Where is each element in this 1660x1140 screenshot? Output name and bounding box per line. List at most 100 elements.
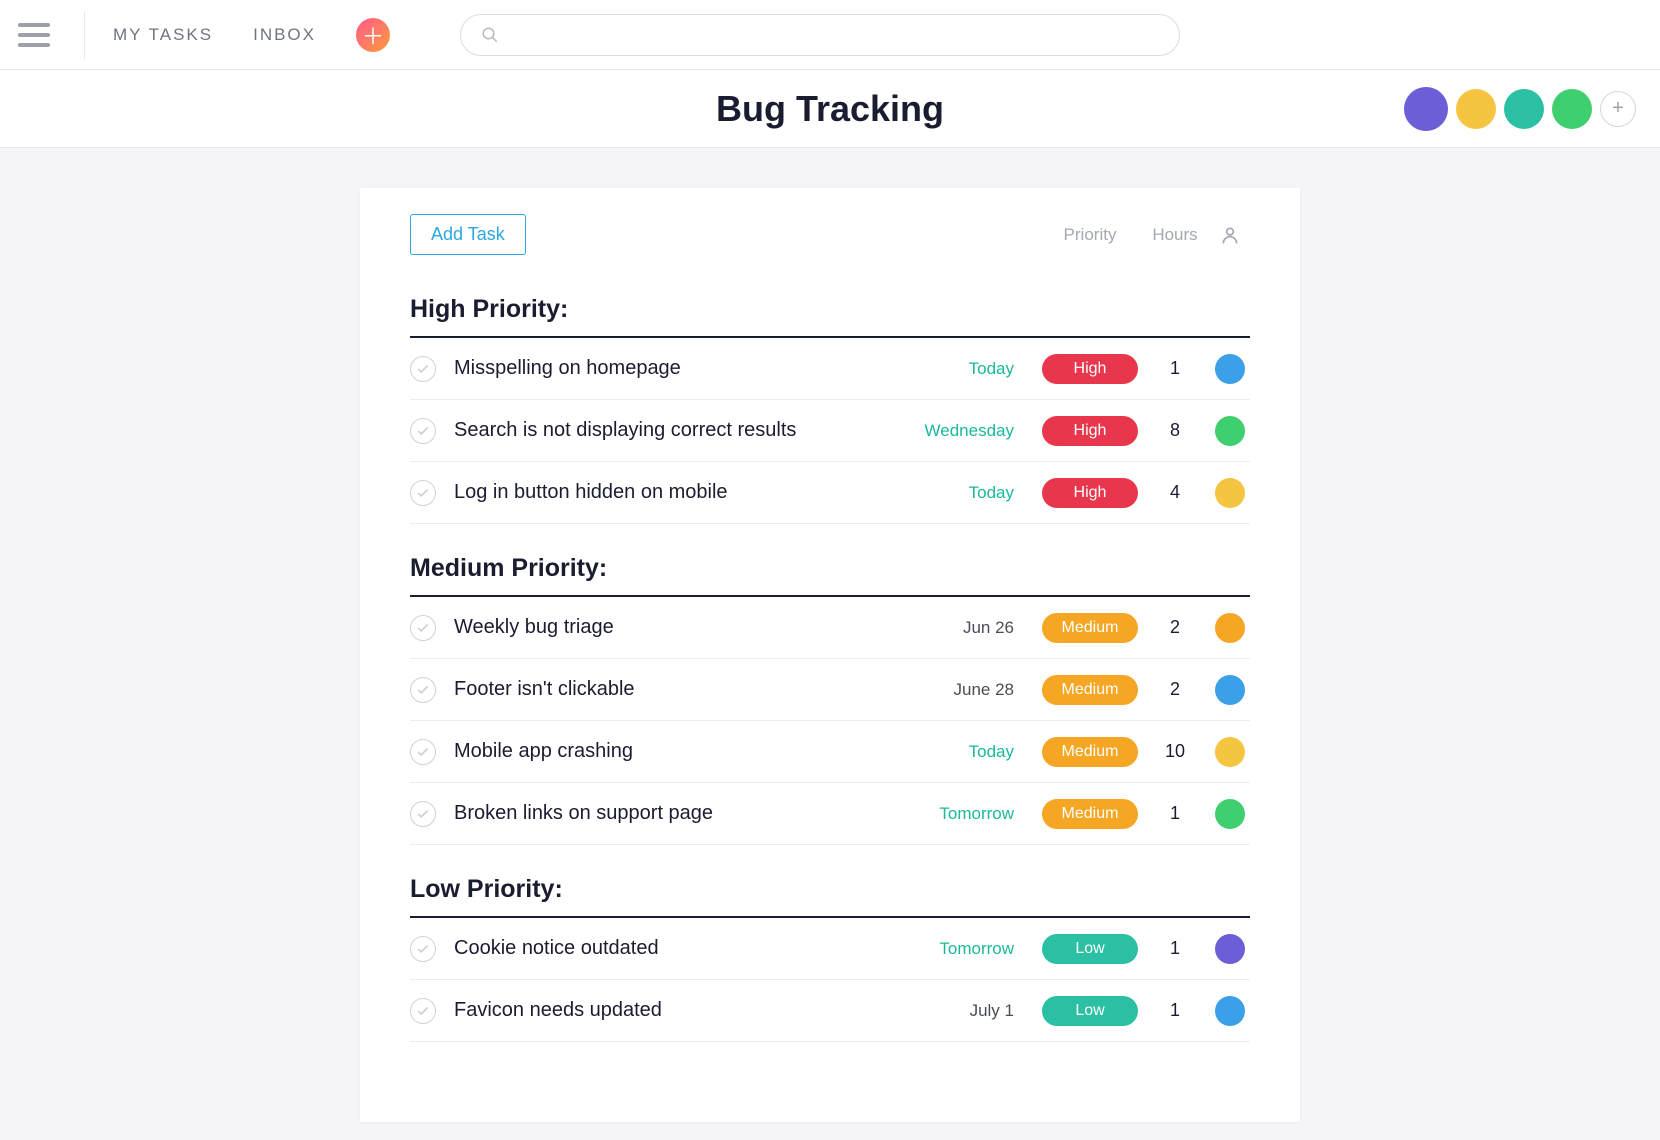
task-name[interactable]: Cookie notice outdated bbox=[454, 937, 914, 960]
task-name[interactable]: Broken links on support page bbox=[454, 802, 914, 825]
column-header-assignee bbox=[1210, 224, 1250, 246]
priority-badge: High bbox=[1042, 416, 1138, 446]
task-name[interactable]: Mobile app crashing bbox=[454, 740, 914, 763]
team-avatars: + bbox=[1404, 87, 1636, 131]
task-due-date: Tomorrow bbox=[914, 804, 1040, 824]
team-avatar[interactable] bbox=[1504, 89, 1544, 129]
task-name[interactable]: Search is not displaying correct results bbox=[454, 419, 914, 442]
complete-checkbox[interactable] bbox=[410, 356, 436, 382]
check-icon bbox=[416, 807, 430, 821]
assignee-avatar[interactable] bbox=[1215, 416, 1245, 446]
task-group: Medium Priority:Weekly bug triageJun 26M… bbox=[410, 554, 1250, 845]
group-title: High Priority: bbox=[410, 295, 1250, 338]
check-icon bbox=[416, 486, 430, 500]
task-hours: 8 bbox=[1140, 420, 1210, 441]
project-header: Bug Tracking + bbox=[0, 70, 1660, 148]
task-due-date: Today bbox=[914, 483, 1040, 503]
plus-icon: ＋ bbox=[362, 19, 384, 51]
task-hours: 1 bbox=[1140, 803, 1210, 824]
complete-checkbox[interactable] bbox=[410, 615, 436, 641]
card-toolbar: Add Task Priority Hours bbox=[410, 214, 1250, 255]
task-row[interactable]: Mobile app crashingTodayMedium10 bbox=[410, 721, 1250, 783]
priority-badge: Medium bbox=[1042, 675, 1138, 705]
task-name[interactable]: Log in button hidden on mobile bbox=[454, 481, 914, 504]
divider bbox=[84, 11, 85, 59]
task-group: Low Priority:Cookie notice outdatedTomor… bbox=[410, 875, 1250, 1042]
task-assignee-cell bbox=[1210, 478, 1250, 508]
task-row[interactable]: Footer isn't clickableJune 28Medium2 bbox=[410, 659, 1250, 721]
search-box[interactable] bbox=[460, 14, 1180, 56]
task-assignee-cell bbox=[1210, 934, 1250, 964]
priority-badge: Low bbox=[1042, 934, 1138, 964]
task-due-date: Tomorrow bbox=[914, 939, 1040, 959]
task-priority-cell: High bbox=[1040, 478, 1140, 508]
add-member-button[interactable]: + bbox=[1600, 91, 1636, 127]
assignee-avatar[interactable] bbox=[1215, 799, 1245, 829]
priority-badge: High bbox=[1042, 478, 1138, 508]
task-hours: 4 bbox=[1140, 482, 1210, 503]
check-icon bbox=[416, 424, 430, 438]
task-hours: 10 bbox=[1140, 741, 1210, 762]
task-row[interactable]: Cookie notice outdatedTomorrowLow1 bbox=[410, 918, 1250, 980]
task-name[interactable]: Favicon needs updated bbox=[454, 999, 914, 1022]
task-name[interactable]: Misspelling on homepage bbox=[454, 357, 914, 380]
nav-my-tasks[interactable]: MY TASKS bbox=[113, 25, 213, 45]
task-assignee-cell bbox=[1210, 996, 1250, 1026]
assignee-avatar[interactable] bbox=[1215, 737, 1245, 767]
assignee-avatar[interactable] bbox=[1215, 996, 1245, 1026]
task-name[interactable]: Footer isn't clickable bbox=[454, 678, 914, 701]
hamburger-menu-icon[interactable] bbox=[18, 16, 56, 54]
quick-add-button[interactable]: ＋ bbox=[356, 18, 390, 52]
complete-checkbox[interactable] bbox=[410, 480, 436, 506]
task-priority-cell: Medium bbox=[1040, 799, 1140, 829]
task-priority-cell: High bbox=[1040, 416, 1140, 446]
check-icon bbox=[416, 362, 430, 376]
task-due-date: Today bbox=[914, 359, 1040, 379]
priority-badge: Low bbox=[1042, 996, 1138, 1026]
task-hours: 1 bbox=[1140, 1000, 1210, 1021]
assignee-avatar[interactable] bbox=[1215, 478, 1245, 508]
task-due-date: Today bbox=[914, 742, 1040, 762]
complete-checkbox[interactable] bbox=[410, 998, 436, 1024]
check-icon bbox=[416, 1004, 430, 1018]
nav-inbox[interactable]: INBOX bbox=[253, 25, 316, 45]
task-row[interactable]: Broken links on support pageTomorrowMedi… bbox=[410, 783, 1250, 845]
team-avatar[interactable] bbox=[1456, 89, 1496, 129]
task-hours: 1 bbox=[1140, 938, 1210, 959]
task-assignee-cell bbox=[1210, 675, 1250, 705]
team-avatar[interactable] bbox=[1552, 89, 1592, 129]
task-card: Add Task Priority Hours High Priority:Mi… bbox=[360, 188, 1300, 1122]
group-title: Medium Priority: bbox=[410, 554, 1250, 597]
task-name[interactable]: Weekly bug triage bbox=[454, 616, 914, 639]
complete-checkbox[interactable] bbox=[410, 418, 436, 444]
task-priority-cell: Medium bbox=[1040, 613, 1140, 643]
page-title: Bug Tracking bbox=[24, 88, 1636, 130]
task-assignee-cell bbox=[1210, 737, 1250, 767]
check-icon bbox=[416, 942, 430, 956]
assignee-avatar[interactable] bbox=[1215, 934, 1245, 964]
task-due-date: Wednesday bbox=[914, 421, 1040, 441]
assignee-avatar[interactable] bbox=[1215, 675, 1245, 705]
task-priority-cell: Medium bbox=[1040, 737, 1140, 767]
search-icon bbox=[481, 26, 499, 44]
person-icon bbox=[1220, 224, 1240, 246]
task-row[interactable]: Weekly bug triageJun 26Medium2 bbox=[410, 597, 1250, 659]
complete-checkbox[interactable] bbox=[410, 801, 436, 827]
search-input[interactable] bbox=[513, 26, 1159, 44]
main-area: Add Task Priority Hours High Priority:Mi… bbox=[0, 148, 1660, 1140]
complete-checkbox[interactable] bbox=[410, 936, 436, 962]
team-avatar[interactable] bbox=[1404, 87, 1448, 131]
task-row[interactable]: Favicon needs updatedJuly 1Low1 bbox=[410, 980, 1250, 1042]
task-priority-cell: High bbox=[1040, 354, 1140, 384]
complete-checkbox[interactable] bbox=[410, 677, 436, 703]
task-assignee-cell bbox=[1210, 613, 1250, 643]
assignee-avatar[interactable] bbox=[1215, 613, 1245, 643]
task-row[interactable]: Misspelling on homepageTodayHigh1 bbox=[410, 338, 1250, 400]
complete-checkbox[interactable] bbox=[410, 739, 436, 765]
task-row[interactable]: Search is not displaying correct results… bbox=[410, 400, 1250, 462]
assignee-avatar[interactable] bbox=[1215, 354, 1245, 384]
task-hours: 2 bbox=[1140, 617, 1210, 638]
add-task-button[interactable]: Add Task bbox=[410, 214, 526, 255]
task-row[interactable]: Log in button hidden on mobileTodayHigh4 bbox=[410, 462, 1250, 524]
task-hours: 1 bbox=[1140, 358, 1210, 379]
